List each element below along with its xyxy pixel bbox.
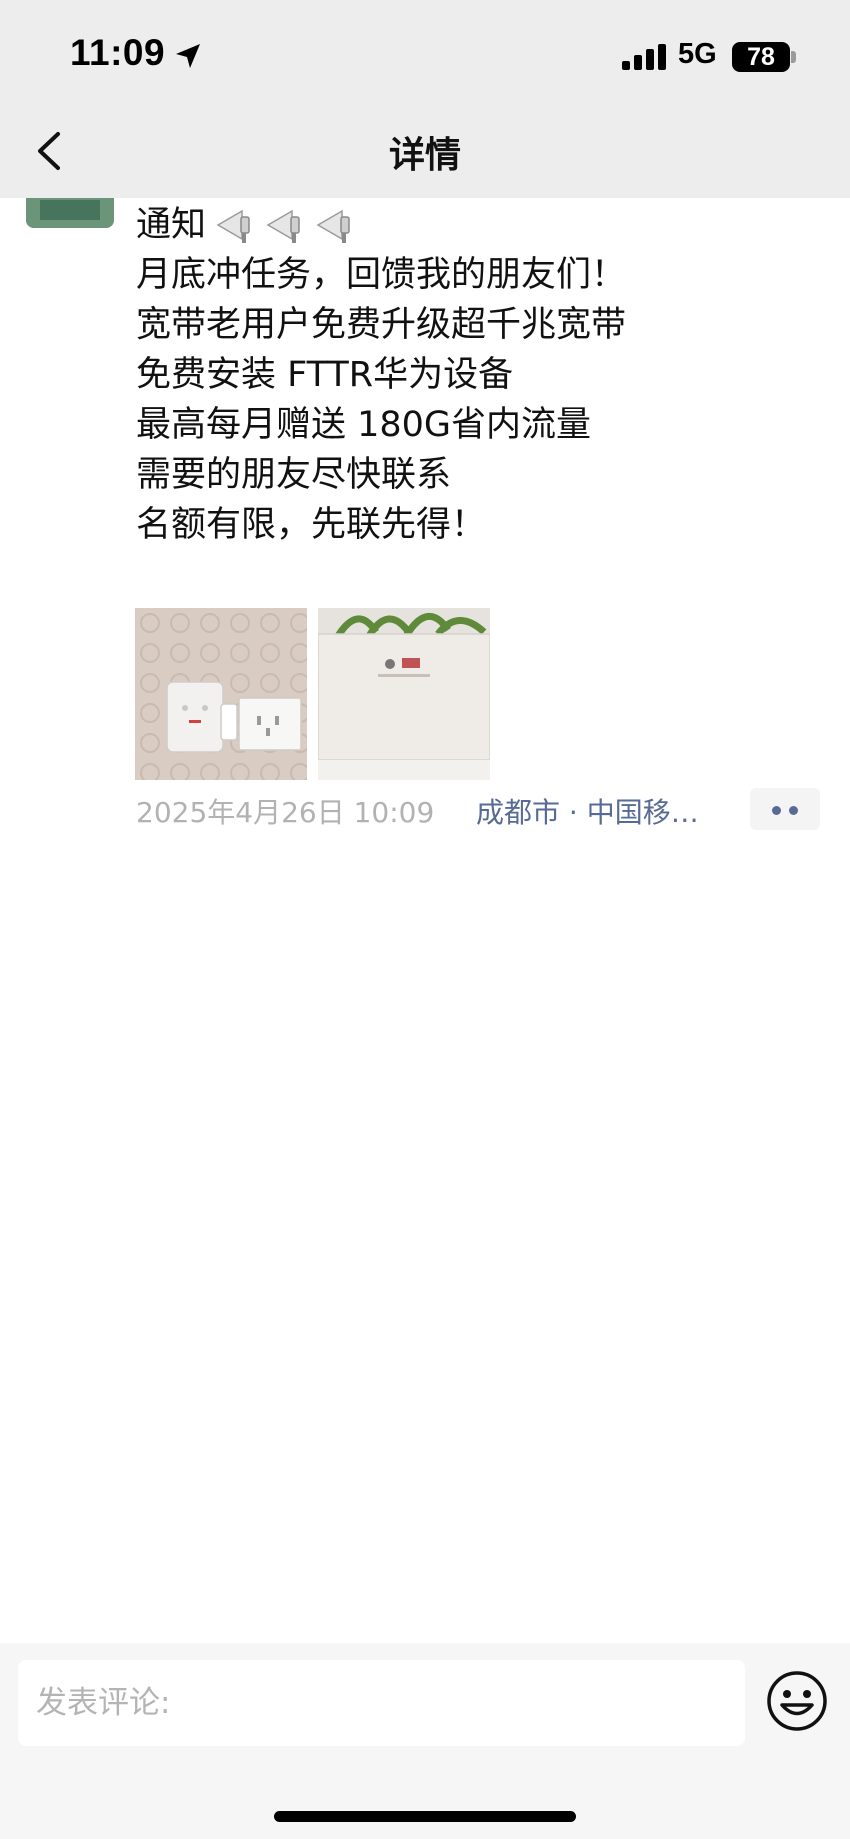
megaphone-icon [316,209,350,243]
comment-bar [0,1643,850,1839]
post-line-text: 通知 [136,205,207,245]
moments-detail-screen: 11:09 5G 78 详情 通知 月底冲任务，回馈我的朋友们！ 宽带老用户免费… [0,0,850,1839]
post-line: 通知 [136,200,826,250]
more-dots-icon [772,806,781,815]
page-title: 详情 [388,135,461,176]
smiley-face-icon [767,1671,827,1731]
post-line: 宽带老用户免费升级超千兆宽带 [136,305,627,345]
more-actions-button[interactable] [750,788,820,830]
post-photo-router-wall[interactable] [135,608,307,780]
battery-cap [791,51,796,63]
network-type: 5G [678,38,717,70]
battery-indicator: 78 [732,42,790,72]
location-arrow-icon [176,44,200,68]
emoji-button[interactable] [766,1670,828,1732]
cellular-signal-icon [622,44,666,70]
megaphone-icon [216,209,250,243]
home-indicator [274,1811,576,1822]
post-line: 月底冲任务，回馈我的朋友们！ [136,255,627,295]
megaphone-icon [266,209,300,243]
post-location-link[interactable]: 成都市 · 中国移… [476,791,699,831]
post-content: 通知 月底冲任务，回馈我的朋友们！ 宽带老用户免费升级超千兆宽带 免费安装 FT… [136,200,826,550]
post-line: 需要的朋友尽快联系 [136,455,452,495]
top-bar: 11:09 5G 78 详情 [0,0,850,198]
post-line: 免费安装 FTTR华为设备 [136,355,514,395]
post-line: 名额有限，先联先得！ [136,505,487,545]
status-time: 11:09 [70,32,166,73]
post-photo-router-box[interactable] [318,608,490,780]
post-line: 最高每月赠送 180G省内流量 [136,405,592,445]
post-timestamp: 2025年4月26日 10:09 [136,796,435,829]
comment-input[interactable] [18,1660,745,1746]
more-dots-icon [789,806,798,815]
